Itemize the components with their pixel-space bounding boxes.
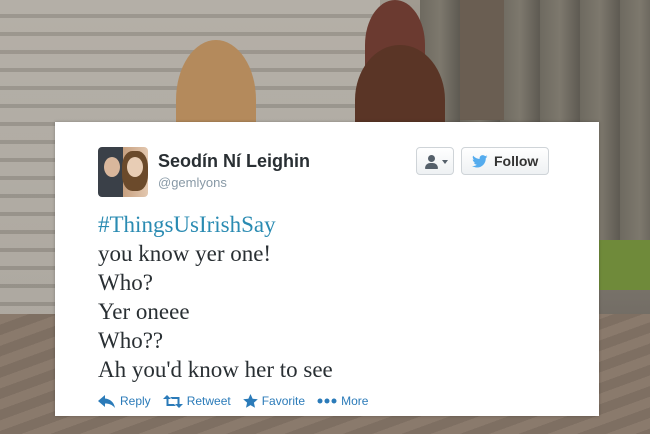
follow-label: Follow: [494, 153, 539, 169]
more-label: More: [341, 394, 369, 408]
avatar-face: [127, 157, 143, 177]
background-column: [460, 0, 504, 120]
background-grass: [590, 240, 650, 290]
tweet-text: #ThingsUsIrishSay you know yer one! Who?…: [98, 210, 333, 384]
tweet-card: Seodín Ní Leighin @gemlyons Follow #Thin…: [55, 122, 599, 416]
avatar-face: [104, 157, 120, 177]
user-handle[interactable]: @gemlyons: [158, 175, 227, 190]
tweet-actions: Reply Retweet Favorite More: [98, 394, 368, 408]
retweet-label: Retweet: [186, 394, 231, 408]
more-dots-icon: [317, 398, 337, 404]
hashtag-link[interactable]: #ThingsUsIrishSay: [98, 210, 333, 239]
twitter-bird-icon: [472, 154, 488, 167]
star-icon: [242, 394, 258, 408]
retweet-icon: [162, 394, 183, 408]
reply-label: Reply: [120, 394, 151, 408]
tweet-line: Yer oneee: [98, 299, 190, 324]
reply-icon: [98, 394, 115, 408]
tweet-line: Who?: [98, 270, 153, 295]
retweet-button[interactable]: Retweet: [162, 394, 231, 408]
more-button[interactable]: More: [317, 394, 368, 408]
user-display-name[interactable]: Seodín Ní Leighin: [158, 151, 310, 172]
user-actions-button[interactable]: [416, 147, 454, 175]
tweet-line: Ah you'd know her to see: [98, 357, 333, 382]
tweet-line: Who??: [98, 328, 164, 353]
user-avatar[interactable]: [98, 147, 148, 197]
reply-button[interactable]: Reply: [98, 394, 151, 408]
caret-down-icon: [442, 160, 448, 164]
follow-button[interactable]: Follow: [461, 147, 549, 175]
favorite-label: Favorite: [261, 394, 306, 408]
favorite-button[interactable]: Favorite: [242, 394, 306, 408]
tweet-line: you know yer one!: [98, 241, 272, 266]
